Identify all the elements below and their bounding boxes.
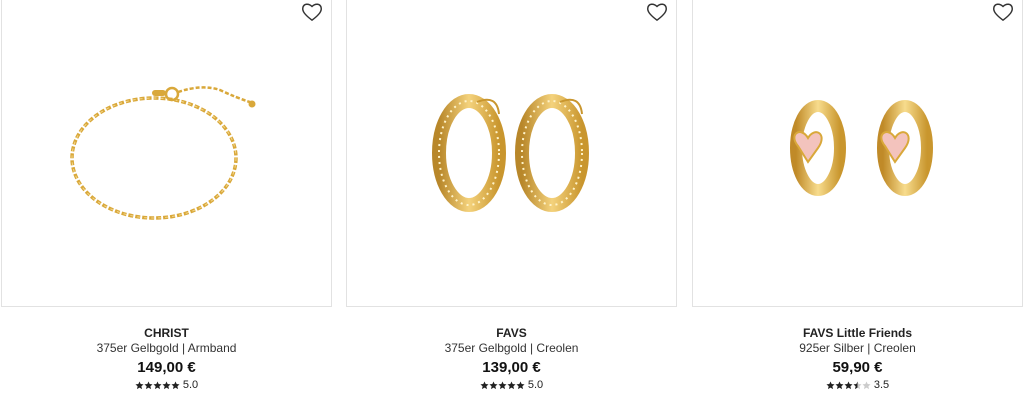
product-card[interactable]: CHRIST 375er Gelbgold | Armband 149,00 €… [1,0,332,410]
star-icon [835,380,844,389]
product-info: CHRIST 375er Gelbgold | Armband 149,00 €… [1,326,332,392]
product-card[interactable]: FAVS 375er Gelbgold | Creolen 139,00 € 5… [346,0,677,410]
product-price: 59,90 € [832,359,883,376]
product-image-hoops[interactable] [347,0,678,307]
star-icon [489,380,498,389]
product-price: 149,00 € [137,359,196,376]
product-image-huggies[interactable] [693,0,1024,307]
star-icon [507,380,516,389]
product-brand[interactable]: FAVS [346,326,677,340]
wishlist-heart-icon[interactable] [646,2,668,22]
rating-stars [135,380,180,390]
star-icon [516,380,525,389]
rating-stars [480,380,525,390]
star-icon [135,380,144,389]
product-image-box[interactable] [692,0,1023,307]
product-card[interactable]: FAVS Little Friends 925er Silber | Creol… [692,0,1023,410]
product-brand[interactable]: FAVS Little Friends [692,326,1023,340]
product-info: FAVS Little Friends 925er Silber | Creol… [692,326,1023,392]
star-icon [144,380,153,389]
star-icon [844,380,853,389]
product-rating: 3.5 [692,378,1023,392]
star-icon [862,380,871,389]
product-info: FAVS 375er Gelbgold | Creolen 139,00 € 5… [346,326,677,392]
star-icon [498,380,507,389]
product-rating: 5.0 [1,378,332,392]
wishlist-heart-icon[interactable] [301,2,323,22]
product-rating: 5.0 [346,378,677,392]
star-icon [853,380,862,389]
star-icon [153,380,162,389]
product-description[interactable]: 375er Gelbgold | Creolen [346,341,677,356]
star-icon [162,380,171,389]
product-price: 139,00 € [482,359,541,376]
product-brand[interactable]: CHRIST [1,326,332,340]
rating-value: 5.0 [182,379,199,391]
product-image-box[interactable] [346,0,677,307]
rating-value: 3.5 [873,379,890,391]
wishlist-heart-icon[interactable] [992,2,1014,22]
rating-stars [826,380,871,390]
star-icon [171,380,180,389]
product-image-box[interactable] [1,0,332,307]
star-icon [826,380,835,389]
product-image-bracelet[interactable] [2,0,333,307]
rating-value: 5.0 [527,379,544,391]
product-description[interactable]: 925er Silber | Creolen [692,341,1023,356]
star-icon [480,380,489,389]
product-description[interactable]: 375er Gelbgold | Armband [1,341,332,356]
